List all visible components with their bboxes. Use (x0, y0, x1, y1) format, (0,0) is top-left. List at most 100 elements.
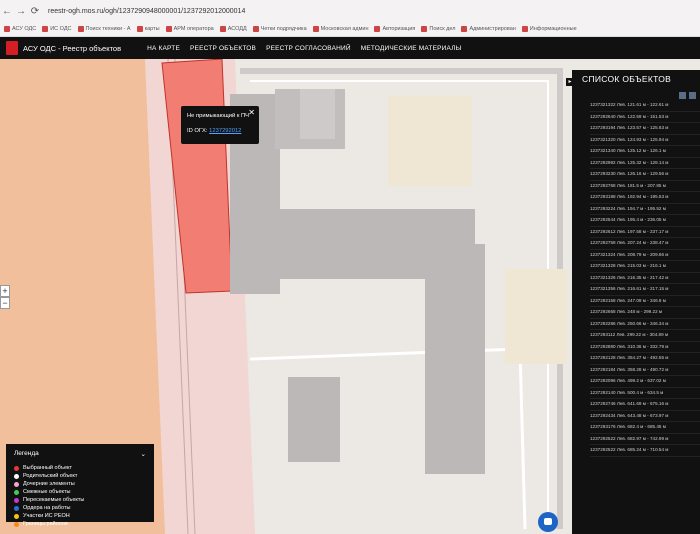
bookmark-item[interactable]: Четки подрядчика (252, 26, 307, 32)
object-list-item[interactable]: 1237292640 Лев. 122.59 м - 151.53 м (590, 112, 700, 123)
objects-panel: ▸ СПИСОК ОБЪЕКТОВ 1237321322 Лев. 121.61… (566, 70, 700, 534)
panel-collapse-icon[interactable]: ▸ (566, 78, 574, 86)
object-list-item[interactable]: 1237321356 Лев. 216.61 м - 217.15 м (590, 284, 700, 296)
nav-materials[interactable]: МЕТОДИЧЕСКИЕ МАТЕРИАЛЫ (361, 45, 462, 52)
bookmark-item[interactable]: Информационные (521, 26, 577, 32)
legend-label: Выбранный объект (23, 465, 73, 471)
bookmark-item[interactable]: Авторизация (374, 26, 415, 32)
legend-item: Пересекаемые объекты (14, 496, 146, 504)
object-list-item[interactable]: 1237321326 Лев. 216.35 м - 217.42 м (590, 273, 700, 284)
close-icon[interactable]: ✕ (248, 108, 255, 117)
legend-dot-icon (14, 505, 19, 511)
bookmark-icon (136, 26, 143, 32)
object-list-item[interactable]: 1237293194 Лев. 123.57 м - 125.63 м (590, 123, 700, 135)
legend-item: Границы районов (14, 520, 146, 528)
bookmark-label: Поиск дел (429, 26, 456, 32)
bookmark-item[interactable]: Поиск дел (421, 26, 455, 32)
object-list-item[interactable]: 1237292286 Лев. 250.66 м - 346.34 м (590, 319, 700, 330)
legend-label: Ордера на работы (23, 505, 71, 511)
nav-registry[interactable]: РЕЕСТР ОБЪЕКТОВ (190, 45, 256, 52)
object-list-item[interactable]: 1237321320 Лев. 124.93 м - 125.94 м (590, 135, 700, 146)
object-list-item[interactable]: 1237293230 Лев. 126.16 м - 129.56 м (590, 169, 700, 181)
bookmark-item[interactable]: ИС ОДС (42, 26, 72, 32)
popup-id-link[interactable]: 1237292012 (209, 128, 241, 134)
legend-item: Ордера на работы (14, 504, 146, 512)
object-list-item[interactable]: 1237292612 Лев. 197.58 м - 237.17 м (590, 227, 700, 238)
object-list-item[interactable]: 1237293224 Лев. 194.7 м - 195.52 м (590, 204, 700, 215)
bookmark-icon (521, 26, 528, 32)
object-list-item[interactable]: 1237292668 Лев. 248 м - 299.22 м (590, 307, 700, 319)
legend-label: Границы районов (23, 521, 68, 527)
url-input[interactable]: reestr-ogh.mos.ru/ogh/1237290948000001/1… (48, 8, 245, 15)
object-list-item[interactable]: 1237292184 Лев. 358.28 м - 490.72 м (590, 365, 700, 376)
export-icon[interactable] (689, 92, 696, 99)
legend-dot-icon (14, 481, 19, 487)
forward-icon[interactable]: → (14, 6, 28, 17)
legend-dot-icon (14, 473, 19, 479)
panel-title: СПИСОК ОБЪЕКТОВ (582, 74, 672, 84)
object-list-item[interactable]: 1237292434 Лев. 643.48 м - 673.97 м (590, 411, 700, 422)
zoom-in-button[interactable]: + (0, 285, 10, 297)
object-list-item[interactable]: 1237293176 Лев. 682.4 м - 685.45 м (590, 422, 700, 434)
object-list-item[interactable]: 1237292982 Лев. 125.32 м - 128.14 м (590, 158, 700, 169)
object-list-item[interactable]: 1237292768 Лев. 181.5 м - 207.85 м (590, 181, 700, 192)
bookmark-item[interactable]: АСОДД (219, 26, 247, 32)
object-list-item[interactable]: 1237292096 Лев. 499.2 м - 637.02 м (590, 376, 700, 388)
reload-icon[interactable]: ⟳ (28, 6, 42, 17)
objects-list: 1237321322 Лев. 121.61 м - 122.61 м 12372… (590, 100, 700, 457)
object-list-item[interactable]: 1237293112 Лев. 299.22 м - 304.89 м (590, 330, 700, 342)
object-list-item[interactable]: 1237293188 Лев. 192.94 м - 195.53 м (590, 192, 700, 204)
image-icon[interactable] (679, 92, 686, 99)
browser-address-bar: ← → ⟳ reestr-ogh.mos.ru/ogh/123729094800… (0, 0, 700, 23)
bookmark-icon (42, 26, 49, 32)
bookmark-item[interactable]: АРМ оператора (165, 26, 214, 32)
popup-title: Не примыкающий к ПЧ (187, 113, 250, 119)
bookmark-icon (77, 26, 84, 32)
chevron-down-icon[interactable]: ⌄ (141, 450, 146, 458)
object-list-item[interactable]: 1237292140 Лев. 500.4 м - 634.5 м (590, 388, 700, 399)
bookmark-item[interactable]: Поиск техники - А (77, 26, 131, 32)
legend-title: Легенда (14, 450, 39, 457)
bookmark-item[interactable]: карты (136, 26, 160, 32)
legend-dot-icon (14, 497, 19, 503)
legend-item: Выбранный объект (14, 464, 146, 472)
bookmark-icon (461, 26, 468, 32)
legend-label: Пересекаемые объекты (23, 497, 85, 503)
object-list-item[interactable]: 1237292522 Лев. 682.97 м - 742.99 м (590, 434, 700, 445)
bookmark-label: ИС ОДС (50, 26, 72, 32)
app-header: АСУ ОДС - Реестр объектов НА КАРТЕ РЕЕСТ… (0, 37, 700, 59)
object-list-item[interactable]: 1237321322 Лев. 121.61 м - 122.61 м (590, 100, 700, 112)
object-list-item[interactable]: 1237321328 Лев. 215.03 м - 216.1 м (590, 261, 700, 273)
bookmark-item[interactable]: Администрирован (461, 26, 516, 32)
legend-dot-icon (14, 489, 19, 495)
nav-approvals[interactable]: РЕЕСТР СОГЛАСОВАНИЙ (266, 45, 351, 52)
object-list-item[interactable]: 1237292544 Лев. 195.4 м - 236.05 м (590, 215, 700, 227)
bookmark-label: АРМ оператора (173, 26, 214, 32)
bookmark-item[interactable]: АСУ ОДС (4, 26, 36, 32)
object-list-item[interactable]: 1237292758 Лев. 207.24 м - 238.47 м (590, 238, 700, 250)
legend-item: Родительский объект (14, 472, 146, 480)
object-list-item[interactable]: 1237292746 Лев. 641.69 м - 675.16 м (590, 399, 700, 411)
object-list-item[interactable]: 1237292522 Лев. 685.24 м - 710.54 м (590, 445, 700, 457)
legend-item: Смежные объекты (14, 488, 146, 496)
object-list-item[interactable]: 1237292158 Лев. 247.09 м - 346.8 м (590, 296, 700, 307)
back-icon[interactable]: ← (0, 6, 14, 17)
object-list-item[interactable]: 1237321340 Лев. 125.12 м - 126.1 м (590, 146, 700, 158)
zoom-out-button[interactable]: − (0, 297, 10, 309)
bookmark-label: Администрирован (469, 26, 516, 32)
chat-button[interactable] (538, 512, 558, 532)
bookmark-icon (312, 26, 319, 32)
object-popup: ✕ Не примыкающий к ПЧ ID ОГХ: 1237292012 (181, 106, 259, 144)
bookmark-label: карты (144, 26, 160, 32)
legend-item: Дочерние элементы (14, 480, 146, 488)
bookmark-item[interactable]: Московская админ (312, 26, 369, 32)
bookmark-label: Московская админ (320, 26, 369, 32)
bookmark-label: Четки подрядчика (260, 26, 307, 32)
object-list-item[interactable]: 1237292128 Лев. 354.27 м - 492.55 м (590, 353, 700, 365)
object-list-item[interactable]: 1237321324 Лев. 208.79 м - 209.86 м (590, 250, 700, 261)
legend-dot-icon (14, 521, 19, 527)
legend-label: Дочерние элементы (23, 481, 75, 487)
nav-map[interactable]: НА КАРТЕ (147, 45, 180, 52)
object-list-item[interactable]: 1237292880 Лев. 310.36 м - 332.79 м (590, 342, 700, 353)
bookmark-icon (252, 26, 259, 32)
